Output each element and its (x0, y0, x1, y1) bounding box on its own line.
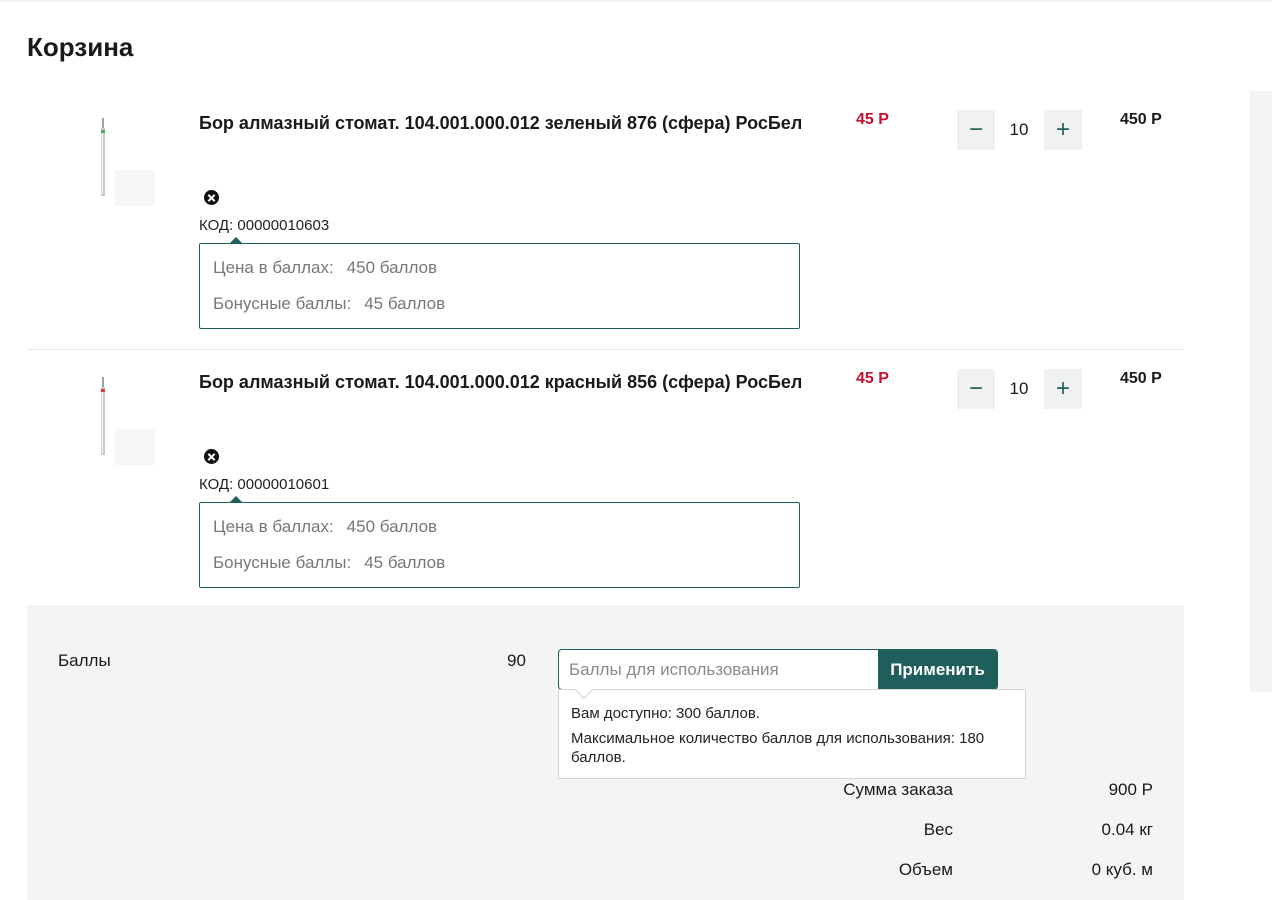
top-divider (0, 0, 1272, 2)
points-label: Баллы (58, 651, 111, 670)
product-name[interactable]: Бор алмазный стомат. 104.001.000.012 кра… (199, 370, 819, 394)
quantity-input[interactable] (997, 110, 1041, 150)
product-image[interactable] (67, 116, 159, 208)
order-sum-value: 900 Р (1108, 780, 1153, 799)
points-price-row: Цена в баллах: 450 баллов (213, 517, 438, 536)
points-value: 90 (507, 651, 526, 670)
decrease-qty-button[interactable]: − (957, 110, 995, 150)
product-name[interactable]: Бор алмазный стомат. 104.001.000.012 зел… (199, 111, 819, 135)
bonus-points-row: Бонусные баллы: 45 баллов (213, 553, 446, 572)
page-title: Корзина (27, 32, 134, 62)
line-total: 450 Р (1120, 370, 1162, 387)
bonus-info-box: Цена в баллах: 450 баллов Бонусные баллы:… (199, 237, 800, 329)
cart-item: Бор алмазный стомат. 104.001.000.012 кра… (27, 349, 1184, 606)
unit-price: 45 Р (856, 111, 889, 128)
points-price-row: Цена в баллах: 450 баллов (213, 258, 438, 277)
apply-points-button[interactable]: Применить (878, 650, 997, 689)
points-form: Применить (558, 649, 998, 690)
increase-qty-button[interactable]: + (1044, 369, 1082, 409)
remove-item-icon[interactable] (204, 449, 219, 464)
bonus-info-box: Цена в баллах: 450 баллов Бонусные баллы:… (199, 496, 800, 588)
volume-label: Объем (898, 860, 953, 879)
points-input[interactable] (559, 650, 874, 689)
quantity-input[interactable] (997, 369, 1041, 409)
product-image[interactable] (67, 375, 159, 467)
product-code: КОД: 00000010603 (199, 217, 330, 234)
order-sum-label: Сумма заказа (843, 780, 953, 799)
bonus-points-row: Бонусные баллы: 45 баллов (213, 294, 446, 313)
line-total: 450 Р (1120, 111, 1162, 128)
tooltip-available-text: Вам доступно: 300 баллов. (571, 705, 760, 722)
weight-label: Вес (923, 820, 953, 839)
volume-value: 0 куб. м (1091, 860, 1153, 879)
unit-price: 45 Р (856, 370, 889, 387)
points-tooltip: Вам доступно: 300 баллов. Максимальное к… (558, 682, 1026, 779)
right-side-panel (1250, 91, 1272, 692)
increase-qty-button[interactable]: + (1044, 110, 1082, 150)
tooltip-max-text: Максимальное количество баллов для испол… (571, 730, 985, 766)
decrease-qty-button[interactable]: − (957, 369, 995, 409)
cart-item: Бор алмазный стомат. 104.001.000.012 зел… (27, 91, 1184, 349)
order-summary: Баллы 90 Применить Вам доступно: 300 бал… (27, 605, 1184, 900)
product-code: КОД: 00000010601 (199, 476, 330, 493)
weight-value: 0.04 кг (1101, 820, 1153, 839)
remove-item-icon[interactable] (204, 190, 219, 205)
